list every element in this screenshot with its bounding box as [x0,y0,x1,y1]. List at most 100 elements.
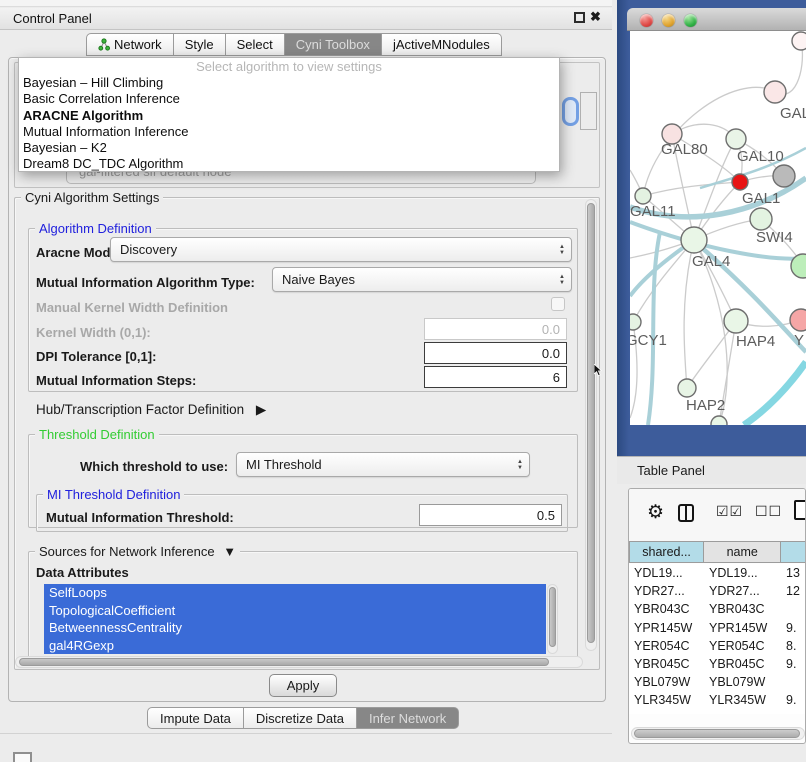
node-y[interactable] [790,309,806,331]
attributes-scrollbar[interactable] [547,584,558,654]
data-attributes-label: Data Attributes [36,565,129,580]
apply-button[interactable]: Apply [269,674,337,697]
node-label-gcy1: GCY1 [630,332,667,349]
table-header-row: shared...name [629,541,806,563]
table-toolbar: ⚙ ☑☑ ☐☐ [629,489,806,541]
which-threshold-value: MI Threshold [246,457,322,472]
algorithm-option-mutual-information-inference[interactable]: Mutual Information Inference [19,124,559,140]
table-row[interactable]: YPR145WYPR145W9. [629,619,806,637]
network-window: GALGAL80GAL10GAL1GAL11GAL4SWI4GCY1HAP4YH… [627,8,806,425]
manual-kernel-label: Manual Kernel Width Definition [36,300,228,315]
column-header-shared[interactable]: shared... [629,541,704,563]
column-header-2[interactable] [781,541,806,563]
settings-hscrollbar[interactable] [15,656,583,668]
screen: Control Panel ✖ NetworkStyleSelectCyni T… [0,0,806,762]
settings-hscrollbar-thumb[interactable] [19,658,549,666]
table-hscrollbar-thumb[interactable] [634,729,800,738]
table-row[interactable]: YDR27...YDR27...12 [629,582,806,600]
table-cell: YER054C [705,639,783,653]
float-icon[interactable] [574,12,585,23]
which-threshold-combo[interactable]: MI Threshold [236,452,530,477]
bottom-tab-infer-network[interactable]: Infer Network [357,707,459,729]
algorithm-option-bayesian-k2[interactable]: Bayesian – K2 [19,140,559,156]
table-cell: YLR345W [705,693,783,707]
node-unlabeled[interactable] [773,165,795,187]
algorithm-option-aracne-algorithm[interactable]: ARACNE Algorithm [19,108,559,124]
unchecked-columns-icon[interactable]: ☐☐ [755,503,782,520]
attribute-item-betweennesscentrality[interactable]: BetweennessCentrality [44,619,546,637]
node-gcy1[interactable] [630,314,641,330]
mi-threshold-group-title: MI Threshold Definition [43,487,184,502]
document-icon[interactable] [794,500,806,520]
node-label-gal10: GAL10 [737,148,784,165]
node-unlabeled[interactable] [711,416,727,425]
column-header-name[interactable]: name [704,541,781,563]
manual-kernel-checkbox[interactable] [551,297,565,311]
hub-section-toggle[interactable]: Hub/Transcription Factor Definition ▶ [36,402,266,418]
node-unlabeled[interactable] [792,32,806,50]
network-window-titlebar[interactable] [627,8,806,31]
bottom-tab-impute-data[interactable]: Impute Data [147,707,244,729]
table-row[interactable]: YBR043CYBR043C [629,600,806,618]
tab-jactivemnodules[interactable]: jActiveMNodules [382,33,502,56]
network-view[interactable]: GALGAL80GAL10GAL1GAL11GAL4SWI4GCY1HAP4YH… [630,31,806,425]
attribute-item-selfloops[interactable]: SelfLoops [44,584,546,602]
node-gal11[interactable] [635,188,651,204]
attribute-item-gal4rgexp[interactable]: gal4RGexp [44,637,546,655]
zoom-traffic-light-icon[interactable] [684,14,697,27]
attributes-scrollbar-thumb[interactable] [549,587,556,647]
algorithm-option-dream8-dc-tdc-algorithm[interactable]: Dream8 DC_TDC Algorithm [19,156,559,172]
dpi-tolerance-field[interactable]: 0.0 [424,342,567,364]
sources-group-title[interactable]: Sources for Network Inference ▼ [35,544,240,559]
algorithm-option-bayesian-hill-climbing[interactable]: Bayesian – Hill Climbing [19,75,559,91]
control-panel-titlebar: Control Panel ✖ [0,8,612,30]
node-hap2[interactable] [678,379,696,397]
close-icon[interactable]: ✖ [590,9,601,25]
table-row[interactable]: YBL079WYBL079W [629,673,806,691]
node-gal10[interactable] [726,129,746,149]
close-traffic-light-icon[interactable] [640,14,653,27]
algorithm-popup-prompt: Select algorithm to view settings [19,58,559,75]
node-gal4[interactable] [681,227,707,253]
minimized-panel-icon[interactable] [13,752,32,762]
bottom-tab-discretize-data[interactable]: Discretize Data [244,707,357,729]
node-gal1[interactable] [732,174,748,190]
table-hscrollbar[interactable] [631,727,805,740]
node-label-gal11: GAL11 [630,203,676,220]
aracne-mode-combo[interactable]: Discovery [110,237,572,262]
gear-icon[interactable]: ⚙ [647,501,664,524]
table-row[interactable]: YER054CYER054C8. [629,637,806,655]
focused-combo-fragment[interactable] [562,97,579,126]
tab-label: jActiveMNodules [393,37,490,52]
mi-threshold-field[interactable]: 0.5 [419,504,562,526]
algorithm-option-basic-correlation-inference[interactable]: Basic Correlation Inference [19,91,559,107]
dpi-tolerance-label: DPI Tolerance [0,1]: [36,349,156,364]
table-cell: 12 [783,584,806,598]
tab-style[interactable]: Style [174,33,226,56]
table-row[interactable]: YBR045CYBR045C9. [629,655,806,673]
mi-steps-field[interactable]: 6 [424,366,567,388]
mouse-cursor [594,364,604,377]
minimize-traffic-light-icon[interactable] [662,14,675,27]
settings-vscrollbar-thumb[interactable] [587,203,595,643]
panel-bottom-line [0,733,612,734]
tab-cyni-toolbox[interactable]: Cyni Toolbox [285,33,382,56]
columns-icon[interactable] [678,504,694,522]
triangle-right-icon: ▶ [256,402,266,417]
table-cell: YER054C [629,639,705,653]
checked-columns-icon[interactable]: ☑☑ [716,503,743,520]
settings-vscrollbar[interactable] [585,199,597,651]
table-row[interactable]: YIL052CYIL052C9 [629,710,806,715]
node-hap4[interactable] [724,309,748,333]
mi-type-combo[interactable]: Naive Bayes [272,267,572,292]
node-gal[interactable] [764,81,786,103]
table-row[interactable]: YDL19...YDL19...13 [629,564,806,582]
kernel-width-field[interactable]: 0.0 [424,318,567,340]
tab-network[interactable]: Network [86,33,174,56]
node-swi4[interactable] [750,208,772,230]
attribute-item-topologicalcoefficient[interactable]: TopologicalCoefficient [44,602,546,620]
table-cell: YBR043C [629,602,705,616]
table-cell: YBR045C [629,657,705,671]
tab-select[interactable]: Select [226,33,285,56]
table-row[interactable]: YLR345WYLR345W9. [629,691,806,709]
